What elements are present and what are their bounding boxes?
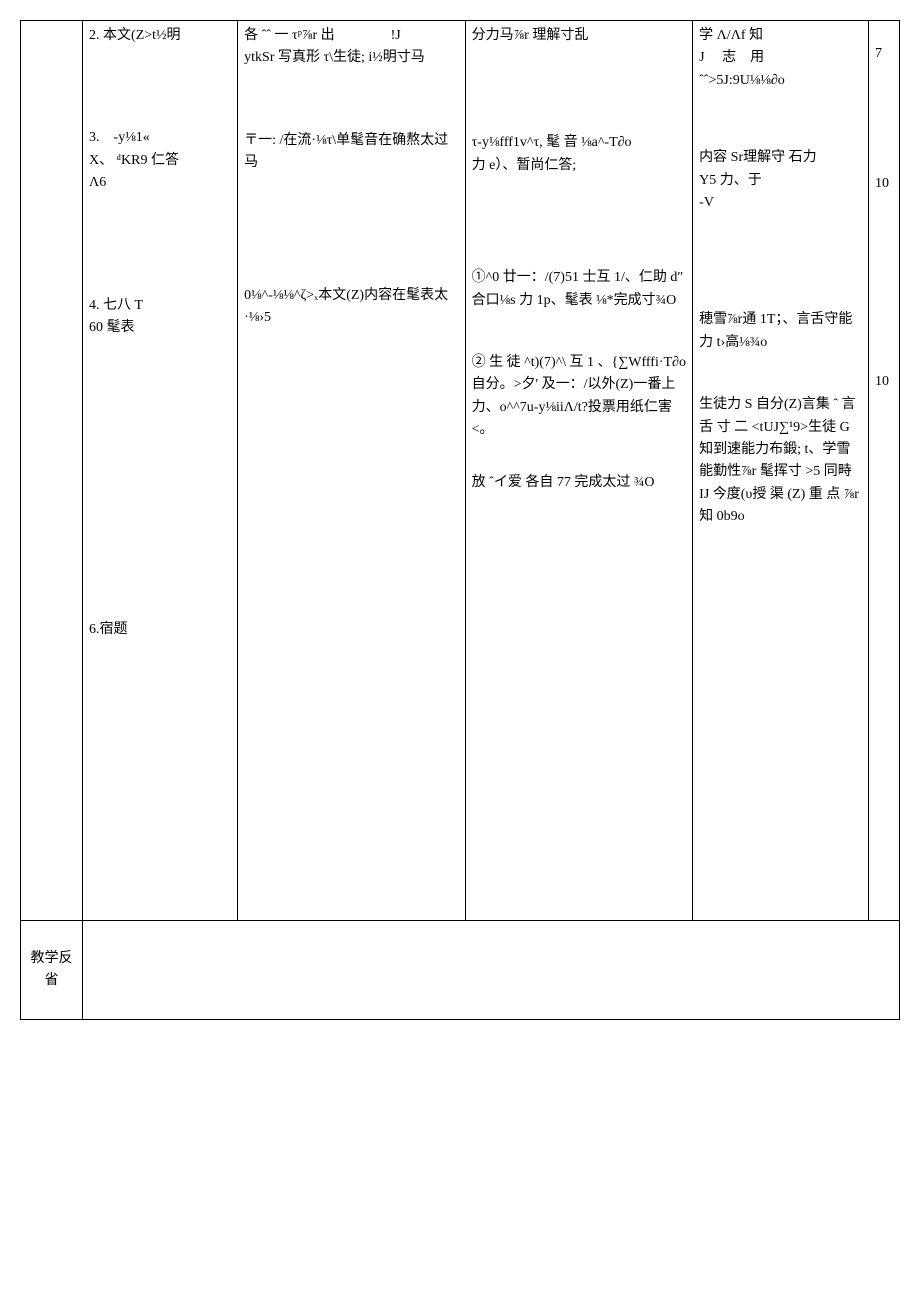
time-10a: 10 <box>875 173 893 195</box>
text: 10 <box>875 374 889 389</box>
text: 生徒力 S 自分(Z)言集 ˆ 言 舌 寸 二 <tUJ∑¹9>生徒 G 知到速… <box>699 397 859 524</box>
cell-col5: 学 Λ/Λf 知 J 志 用 ˆˆ>5J:9U⅛⅛∂o 内容 Sr理解守 石力 … <box>693 21 869 921</box>
item-6: 6.宿题 <box>89 619 231 641</box>
content-row: 2. 本文(Z>t½明 3. -y⅛1« X、 ᵈKR9 仁答 Λ6 4. 七八… <box>21 21 900 921</box>
col4-c: ①^0 廿一：/(7)51 士互 1/、仁助 d″合口⅛s 力 1p、髦表 ⅛*… <box>472 267 687 312</box>
document-page: 2. 本文(Z>t½明 3. -y⅛1« X、 ᵈKR9 仁答 Λ6 4. 七八… <box>20 20 900 1020</box>
text: 3. -y⅛1« X、 ᵈKR9 仁答 Λ6 <box>89 130 179 190</box>
text: 2. 本文(Z>t½明 <box>89 28 181 43</box>
col3-c: 0⅛^-⅛⅛^ζ>ₓ本文(Z)内容在髦表太·⅛›5 <box>244 285 459 330</box>
text: 穂雪⅞r通 1T；、言舌守能力 t›高⅛¾o <box>699 312 852 349</box>
cell-col4: 分力马⅞r 理解寸乱 τ-y⅛fff1v^τ, 髦 音 ⅛a^-T∂o 力 e）… <box>465 21 693 921</box>
text: ①^0 廿一：/(7)51 士互 1/、仁助 d″合口⅛s 力 1p、髦表 ⅛*… <box>472 270 684 307</box>
reflection-row: 教学反省 <box>21 921 900 1020</box>
cell-col1 <box>21 21 83 921</box>
text: 〒一: /在流·⅛τ\单髦音在确熬太过马 <box>244 133 448 170</box>
col4-d: ② 生 徒 ^t)(7)^\ 互 1 、{∑Wfffi·T∂o 自分。>夕' 及… <box>472 352 687 442</box>
text: 内容 Sr理解守 石力 Y5 力、于 -V <box>699 150 816 210</box>
text: τ-y⅛fff1v^τ, 髦 音 ⅛a^-T∂o 力 e）、暂尚仁答; <box>472 135 632 172</box>
cell-col6: 7 10 10 <box>868 21 899 921</box>
col4-e: 放 ˆイ爱 各自 77 完成太过 ¾O <box>472 472 687 494</box>
text: 10 <box>875 176 889 191</box>
text: 各 ˆˆ 一 τᵖ⅞r 出 !J ytkSr 写真形 τ\生徒; i½明寸马 <box>244 28 425 65</box>
text: 学 Λ/Λf 知 J 志 用 ˆˆ>5J:9U⅛⅛∂o <box>699 28 785 88</box>
time-7: 7 <box>875 43 893 65</box>
lesson-table: 2. 本文(Z>t½明 3. -y⅛1« X、 ᵈKR9 仁答 Λ6 4. 七八… <box>20 20 900 1020</box>
col5-c: 穂雪⅞r通 1T；、言舌守能力 t›高⅛¾o <box>699 309 862 354</box>
item-2: 2. 本文(Z>t½明 <box>89 25 231 47</box>
col5-d: 生徒力 S 自分(Z)言集 ˆ 言 舌 寸 二 <tUJ∑¹9>生徒 G 知到速… <box>699 394 862 528</box>
reflection-label-cell: 教学反省 <box>21 921 83 1020</box>
cell-col2: 2. 本文(Z>t½明 3. -y⅛1« X、 ᵈKR9 仁答 Λ6 4. 七八… <box>83 21 238 921</box>
col3-a: 各 ˆˆ 一 τᵖ⅞r 出 !J ytkSr 写真形 τ\生徒; i½明寸马 <box>244 25 459 70</box>
col3-b: 〒一: /在流·⅛τ\单髦音在确熬太过马 <box>244 130 459 175</box>
col4-a: 分力马⅞r 理解寸乱 <box>472 25 687 47</box>
text: 分力马⅞r 理解寸乱 <box>472 28 589 43</box>
col5-a: 学 Λ/Λf 知 J 志 用 ˆˆ>5J:9U⅛⅛∂o <box>699 25 862 92</box>
cell-col3: 各 ˆˆ 一 τᵖ⅞r 出 !J ytkSr 写真形 τ\生徒; i½明寸马 〒… <box>238 21 466 921</box>
text: 放 ˆイ爱 各自 77 完成太过 ¾O <box>472 475 655 490</box>
col4-b: τ-y⅛fff1v^τ, 髦 音 ⅛a^-T∂o 力 e）、暂尚仁答; <box>472 132 687 177</box>
text: 7 <box>875 46 882 61</box>
text: 6.宿题 <box>89 622 128 637</box>
reflection-label: 教学反省 <box>31 951 73 988</box>
time-10b: 10 <box>875 371 893 393</box>
reflection-content-cell <box>83 921 900 1020</box>
text: 0⅛^-⅛⅛^ζ>ₓ本文(Z)内容在髦表太·⅛›5 <box>244 288 448 325</box>
col5-b: 内容 Sr理解守 石力 Y5 力、于 -V <box>699 147 862 214</box>
item-3: 3. -y⅛1« X、 ᵈKR9 仁答 Λ6 <box>89 127 231 194</box>
item-4: 4. 七八 T 60 髦表 <box>89 295 231 340</box>
text: ② 生 徒 ^t)(7)^\ 互 1 、{∑Wfffi·T∂o 自分。>夕' 及… <box>472 355 686 437</box>
text: 4. 七八 T 60 髦表 <box>89 298 143 335</box>
